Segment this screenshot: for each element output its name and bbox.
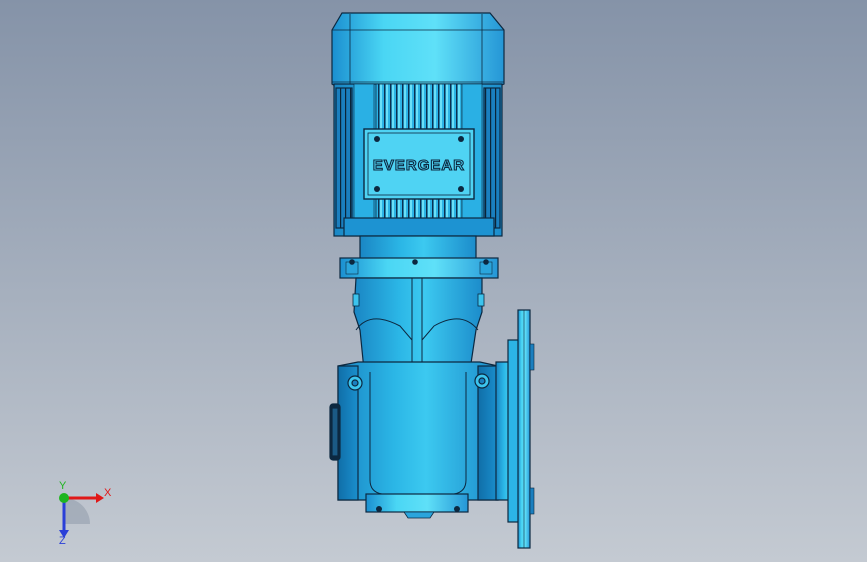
3d-viewport[interactable]: EVERGEAR X Y Z	[0, 0, 867, 562]
y-axis-label: Y	[59, 480, 67, 492]
triad-plane	[64, 498, 90, 524]
z-axis-label: Z	[59, 535, 66, 547]
x-axis-head	[96, 493, 104, 503]
nameplate: EVERGEAR	[363, 128, 475, 200]
intermediate-flange	[339, 257, 499, 279]
brand-text: EVERGEAR	[373, 157, 465, 174]
gear-housing-main	[329, 361, 499, 501]
y-axis-dot	[59, 493, 69, 503]
gear-housing-base	[365, 493, 469, 519]
motor-cap	[331, 12, 505, 91]
x-axis-label: X	[104, 487, 112, 499]
axis-triad: X Y Z	[44, 478, 116, 548]
output-flange	[495, 309, 535, 549]
motor-neck	[359, 235, 477, 261]
gearmotor-model[interactable]: EVERGEAR	[0, 0, 867, 562]
